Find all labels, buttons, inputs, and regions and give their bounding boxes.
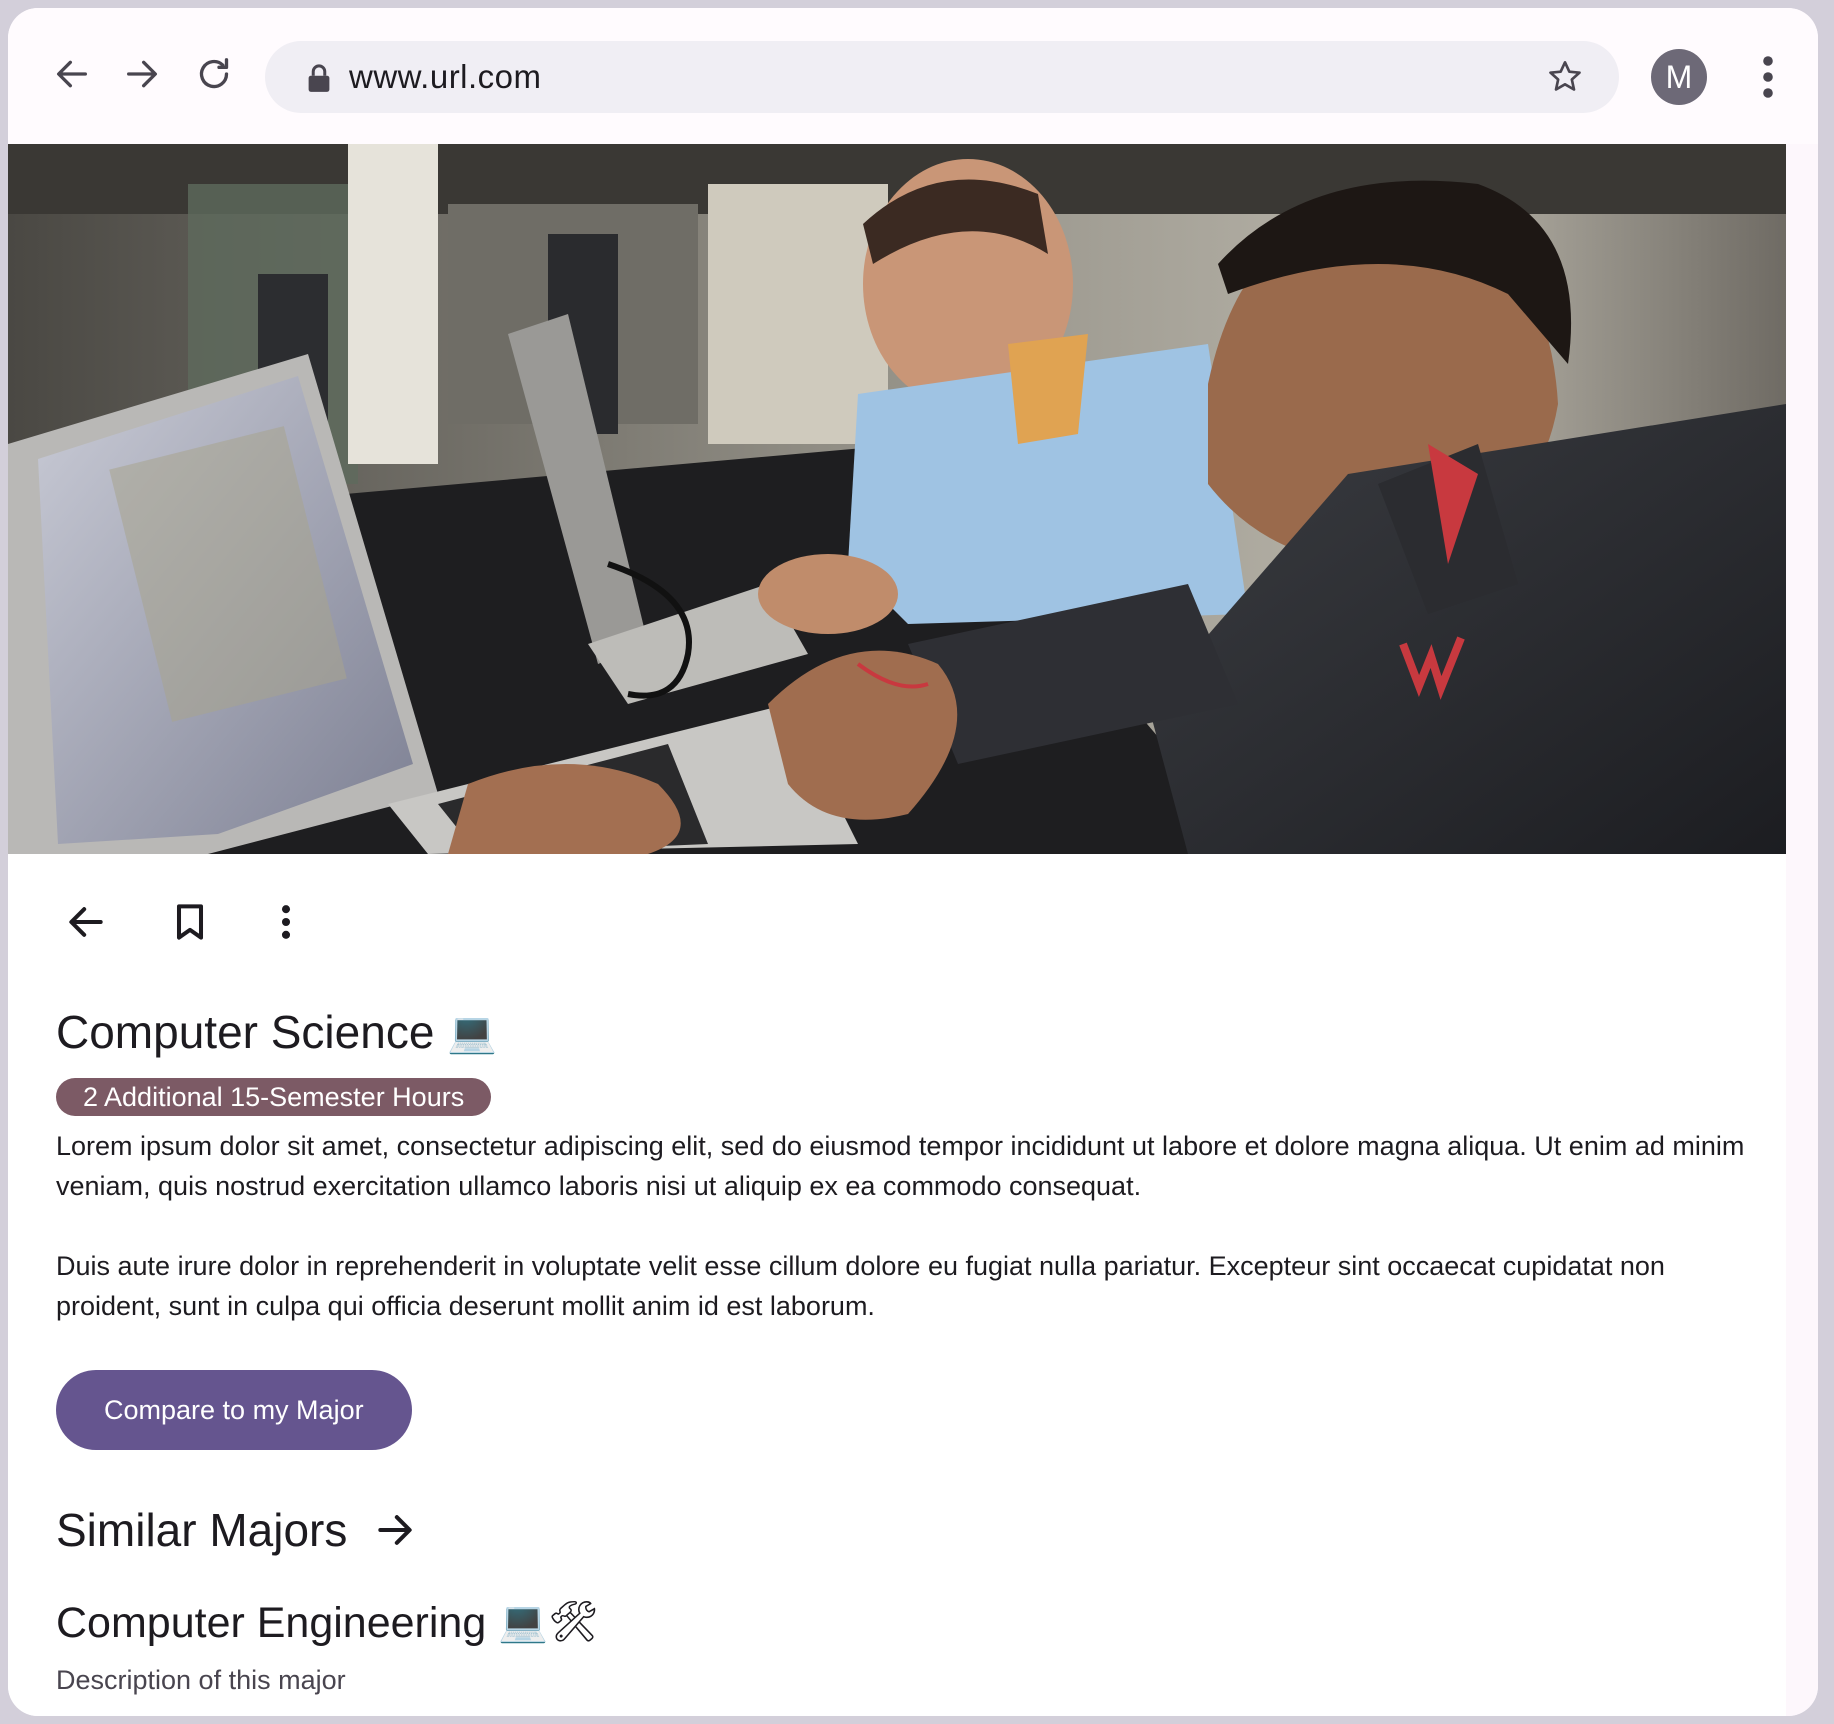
avatar-initial: M xyxy=(1665,58,1693,95)
browser-window: www.url.com M Computer Science 💻 2 Addit… xyxy=(8,8,1818,1716)
similar-major-description: Description of this major xyxy=(56,1665,346,1695)
bookmark-button[interactable] xyxy=(158,890,222,954)
browser-back-button[interactable] xyxy=(46,48,98,100)
bookmark-icon xyxy=(176,904,204,940)
browser-toolbar: www.url.com M xyxy=(8,8,1818,145)
major-title-text: Computer Science xyxy=(56,1006,435,1058)
hero-photo xyxy=(8,144,1786,854)
more-options-button[interactable] xyxy=(254,890,318,954)
reload-icon xyxy=(199,58,229,89)
major-detail: Computer Science 💻 2 Additional 15-Semes… xyxy=(8,854,1786,1716)
address-bar[interactable]: www.url.com xyxy=(265,41,1619,113)
url-text: www.url.com xyxy=(349,58,542,95)
laptop-tools-emoji-icon: 💻🛠 xyxy=(498,1600,599,1644)
similar-major-item-title[interactable]: Computer Engineering 💻🛠 xyxy=(56,1596,599,1649)
similar-major-name: Computer Engineering xyxy=(56,1599,487,1647)
more-vert-icon[interactable] xyxy=(1748,53,1788,101)
hours-badge: 2 Additional 15-Semester Hours xyxy=(56,1078,492,1116)
arrow-forward-icon xyxy=(378,1515,413,1545)
star-icon[interactable] xyxy=(1545,57,1585,97)
hero-image xyxy=(8,144,1786,854)
back-button[interactable] xyxy=(54,890,118,954)
description-paragraph-1: Lorem ipsum dolor sit amet, consectetur … xyxy=(56,1131,1745,1201)
description-paragraph-2: Duis aute irure dolor in reprehenderit i… xyxy=(56,1251,1665,1321)
browser-reload-button[interactable] xyxy=(188,48,240,100)
more-vert-icon xyxy=(281,905,291,939)
major-title: Computer Science 💻 xyxy=(56,1004,497,1061)
laptop-emoji-icon: 💻 xyxy=(447,1011,497,1055)
compare-to-my-major-button[interactable]: Compare to my Major xyxy=(56,1370,412,1450)
lock-icon xyxy=(308,64,330,92)
profile-avatar[interactable]: M xyxy=(1651,49,1707,105)
browser-forward-button[interactable] xyxy=(116,48,168,100)
arrow-back-icon xyxy=(69,907,103,937)
arrow-right-icon xyxy=(126,60,157,88)
top-app-actions xyxy=(8,890,408,954)
similar-majors-heading: Similar Majors xyxy=(56,1504,348,1556)
similar-majors-header[interactable]: Similar Majors xyxy=(56,1502,417,1558)
arrow-left-icon xyxy=(57,60,88,88)
scrollbar-track[interactable] xyxy=(1786,144,1818,1716)
